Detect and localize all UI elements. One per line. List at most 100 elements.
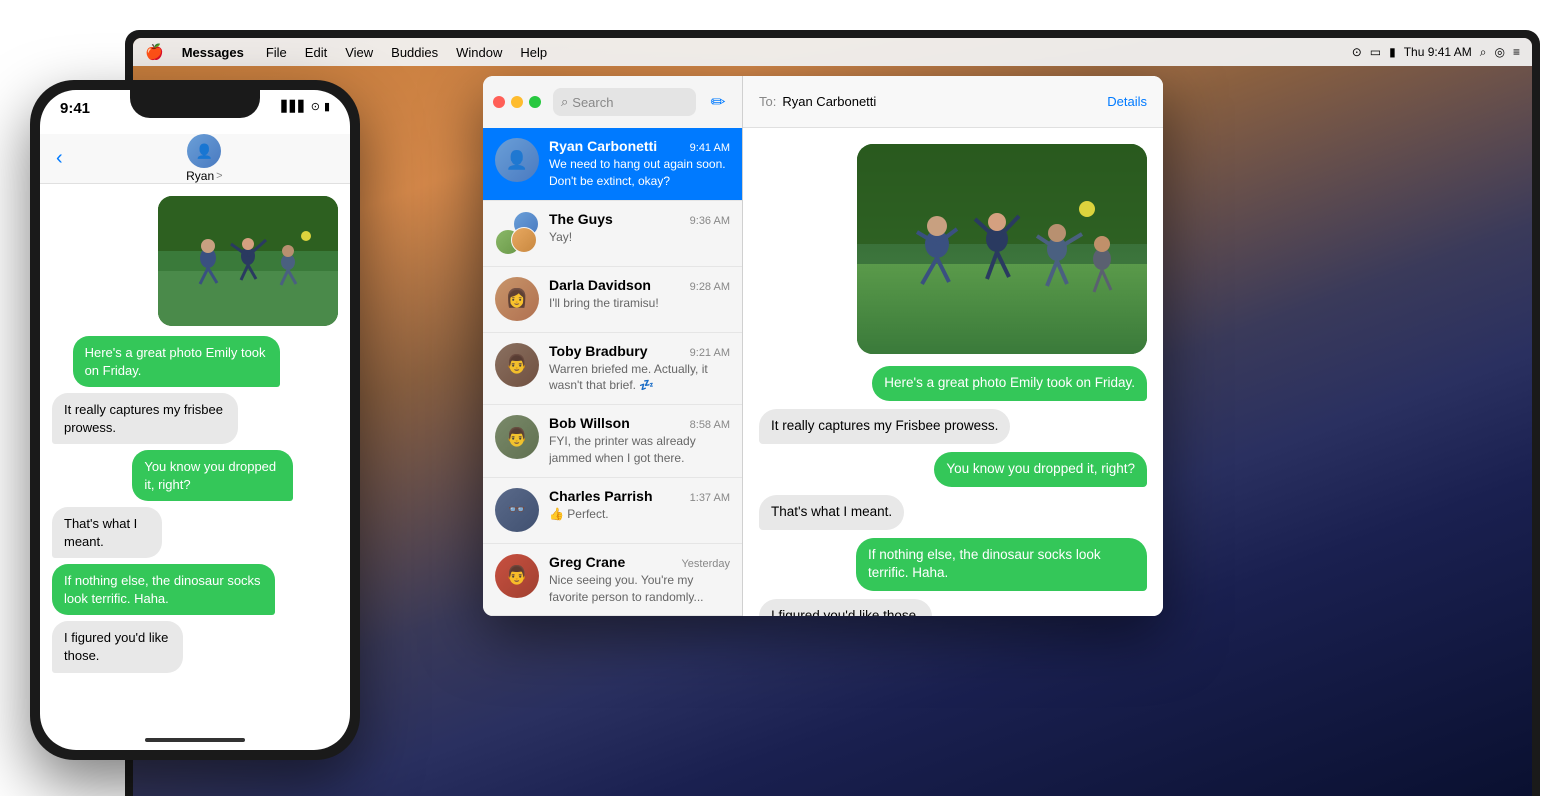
avatar-guys bbox=[495, 211, 539, 255]
iphone-battery-icon: ▮ bbox=[324, 100, 330, 113]
iphone-photo-message bbox=[158, 196, 338, 330]
iphone-bubble-received-1: It really captures my frisbee prowess. bbox=[52, 393, 238, 444]
conv-name-darla: Darla Davidson bbox=[549, 277, 651, 293]
conversation-item-charles[interactable]: 👓 Charles Parrish 1:37 AM 👍 Perfect. bbox=[483, 478, 742, 544]
iphone-wifi-icon: ⊙ bbox=[311, 100, 320, 113]
message-row-received-2: That's what I meant. bbox=[759, 495, 1147, 530]
siri-icon[interactable]: ◎ bbox=[1495, 45, 1505, 59]
search-bar[interactable]: ⌕ Search bbox=[553, 88, 696, 116]
conv-preview-darla: I'll bring the tiramisu! bbox=[549, 295, 730, 312]
conv-info-darla: Darla Davidson 9:28 AM I'll bring the ti… bbox=[549, 277, 730, 312]
iphone-bubble-sent-1: Here's a great photo Emily took on Frida… bbox=[73, 336, 280, 387]
conversation-item-guys[interactable]: The Guys 9:36 AM Yay! bbox=[483, 201, 742, 267]
iphone-frame: 9:41 ▋▋▋ ⊙ ▮ ‹ 👤 Ryan > bbox=[30, 80, 360, 760]
iphone-time: 9:41 bbox=[60, 100, 90, 117]
avatar-greg: 👨 bbox=[495, 554, 539, 598]
iphone-msg-received-1: It really captures my frisbee prowess. bbox=[52, 393, 291, 444]
iphone-chat-header: ‹ 👤 Ryan > bbox=[40, 134, 350, 184]
conv-preview-charles: 👍 Perfect. bbox=[549, 506, 730, 523]
conv-time-greg: Yesterday bbox=[681, 558, 730, 570]
apple-menu[interactable]: 🍎 bbox=[145, 43, 164, 61]
back-button[interactable]: ‹ bbox=[56, 147, 63, 170]
control-center-icon[interactable]: ≡ bbox=[1513, 45, 1520, 59]
conv-time-charles: 1:37 AM bbox=[690, 492, 730, 504]
conversation-item-greg[interactable]: 👨 Greg Crane Yesterday Nice seeing you. … bbox=[483, 544, 742, 616]
message-row-sent-1: Here's a great photo Emily took on Frida… bbox=[759, 366, 1147, 401]
sidebar-header: ⌕ Search ✏ bbox=[483, 76, 742, 128]
conv-time-ryan: 9:41 AM bbox=[690, 142, 730, 154]
conv-time-toby: 9:21 AM bbox=[690, 347, 730, 359]
avatar-bob: 👨 bbox=[495, 415, 539, 459]
conv-name-ryan: Ryan Carbonetti bbox=[549, 138, 657, 154]
conv-preview-guys: Yay! bbox=[549, 229, 730, 246]
traffic-lights bbox=[493, 96, 541, 108]
conv-name-charles: Charles Parrish bbox=[549, 488, 653, 504]
conv-info-toby: Toby Bradbury 9:21 AM Warren briefed me.… bbox=[549, 343, 730, 395]
conv-name-guys: The Guys bbox=[549, 211, 613, 227]
conv-preview-bob: FYI, the printer was already jammed when… bbox=[549, 433, 730, 467]
conv-preview-greg: Nice seeing you. You're my favorite pers… bbox=[549, 572, 730, 606]
iphone-messages: Here's a great photo Emily took on Frida… bbox=[40, 184, 350, 750]
chat-header: To: Ryan Carbonetti Details bbox=[743, 76, 1163, 128]
menu-window[interactable]: Window bbox=[448, 41, 510, 63]
to-label: To: bbox=[759, 94, 776, 109]
conv-preview-toby: Warren briefed me. Actually, it wasn't t… bbox=[549, 361, 730, 395]
conv-info-guys: The Guys 9:36 AM Yay! bbox=[549, 211, 730, 246]
avatar-charles: 👓 bbox=[495, 488, 539, 532]
conversation-item-bob[interactable]: 👨 Bob Willson 8:58 AM FYI, the printer w… bbox=[483, 405, 742, 478]
conv-info-greg: Greg Crane Yesterday Nice seeing you. Yo… bbox=[549, 554, 730, 606]
bubble-sent-2: You know you dropped it, right? bbox=[934, 452, 1147, 487]
menubar-right: ⊙ ▭ ▮ Thu 9:41 AM ⌕ ◎ ≡ bbox=[1352, 45, 1520, 60]
iphone-avatar: 👤 bbox=[187, 134, 221, 168]
menu-view[interactable]: View bbox=[337, 41, 381, 63]
bubble-received-1: It really captures my Frisbee prowess. bbox=[759, 409, 1010, 444]
iphone-contact-info: 👤 Ryan > bbox=[75, 134, 334, 183]
menu-bar: 🍎 Messages File Edit View Buddies Window… bbox=[133, 38, 1532, 66]
app-name[interactable]: Messages bbox=[174, 41, 252, 63]
sent-photo bbox=[857, 144, 1147, 354]
iphone-contact-name[interactable]: Ryan > bbox=[186, 169, 222, 183]
menubar-time: Thu 9:41 AM bbox=[1404, 45, 1472, 59]
iphone-status-right: ▋▋▋ ⊙ ▮ bbox=[281, 100, 330, 113]
menu-edit[interactable]: Edit bbox=[297, 41, 335, 63]
avatar-darla: 👩 bbox=[495, 277, 539, 321]
iphone-bubble-sent-3: If nothing else, the dinosaur socks look… bbox=[52, 564, 275, 615]
conv-info-ryan: Ryan Carbonetti 9:41 AM We need to hang … bbox=[549, 138, 730, 190]
details-button[interactable]: Details bbox=[1107, 94, 1147, 109]
minimize-button[interactable] bbox=[511, 96, 523, 108]
message-row-received-3: I figured you'd like those. bbox=[759, 599, 1147, 616]
avatar-ryan: 👤 bbox=[495, 138, 539, 182]
conv-time-guys: 9:36 AM bbox=[690, 215, 730, 227]
chat-area: To: Ryan Carbonetti Details bbox=[743, 76, 1163, 616]
menu-help[interactable]: Help bbox=[512, 41, 555, 63]
battery-icon: ▮ bbox=[1389, 45, 1396, 59]
iphone-msg-received-2: That's what I meant. bbox=[52, 507, 193, 558]
menu-file[interactable]: File bbox=[258, 41, 295, 63]
home-indicator bbox=[145, 738, 245, 742]
menu-buddies[interactable]: Buddies bbox=[383, 41, 446, 63]
search-placeholder: Search bbox=[572, 95, 613, 110]
avatar-toby: 👨 bbox=[495, 343, 539, 387]
conversation-item-toby[interactable]: 👨 Toby Bradbury 9:21 AM Warren briefed m… bbox=[483, 333, 742, 406]
fullscreen-button[interactable] bbox=[529, 96, 541, 108]
wifi-icon: ⊙ bbox=[1352, 45, 1362, 59]
conv-name-bob: Bob Willson bbox=[549, 415, 630, 431]
search-icon[interactable]: ⌕ bbox=[1480, 45, 1487, 60]
iphone-sent-photo bbox=[158, 196, 338, 326]
iphone-msg-sent-3: If nothing else, the dinosaur socks look… bbox=[52, 564, 338, 615]
conv-preview-ryan: We need to hang out again soon. Don't be… bbox=[549, 156, 730, 190]
message-row-received-1: It really captures my Frisbee prowess. bbox=[759, 409, 1147, 444]
iphone-bubble-received-3: I figured you'd like those. bbox=[52, 621, 183, 672]
conversation-item-ryan[interactable]: 👤 Ryan Carbonetti 9:41 AM We need to han… bbox=[483, 128, 742, 201]
chat-recipient: Ryan Carbonetti bbox=[782, 94, 876, 109]
close-button[interactable] bbox=[493, 96, 505, 108]
search-icon: ⌕ bbox=[561, 94, 568, 110]
signal-icon: ▋▋▋ bbox=[281, 100, 306, 113]
iphone-msg-received-3: I figured you'd like those. bbox=[52, 621, 219, 672]
bubble-received-2: That's what I meant. bbox=[759, 495, 904, 530]
conv-time-bob: 8:58 AM bbox=[690, 419, 730, 431]
conv-time-darla: 9:28 AM bbox=[690, 281, 730, 293]
conversation-item-darla[interactable]: 👩 Darla Davidson 9:28 AM I'll bring the … bbox=[483, 267, 742, 333]
bubble-sent-3: If nothing else, the dinosaur socks look… bbox=[856, 538, 1147, 592]
compose-button[interactable]: ✏ bbox=[704, 88, 732, 116]
